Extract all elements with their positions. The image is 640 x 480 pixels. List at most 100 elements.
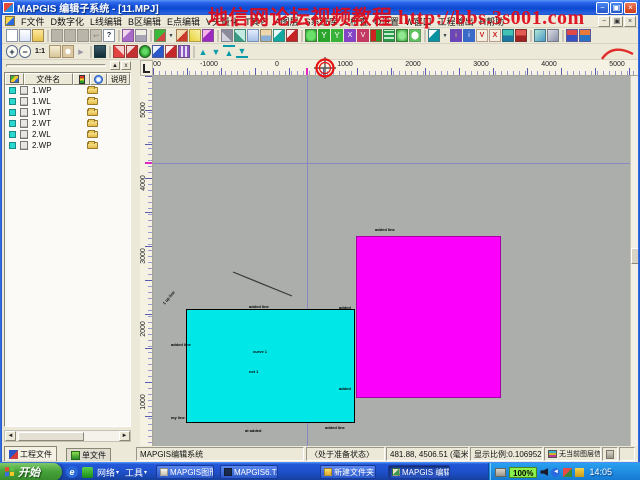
dropdown-icon[interactable]: ▼: [167, 29, 175, 42]
menu-item[interactable]: B区编辑: [125, 15, 164, 28]
toolbar-separator[interactable]: [109, 46, 111, 58]
vertex-delete-icon[interactable]: X: [489, 29, 501, 42]
attr-table-icon[interactable]: [502, 29, 514, 42]
folder-icon[interactable]: [87, 120, 98, 127]
start-button[interactable]: 开始: [0, 463, 62, 480]
canvas-vertical-scrollbar[interactable]: [630, 76, 638, 446]
menu-item[interactable]: T其它: [242, 15, 272, 28]
edit-pen-red-icon[interactable]: [286, 29, 298, 42]
measure-icon[interactable]: [234, 29, 246, 42]
edit-state-icon[interactable]: [9, 120, 16, 127]
sketch-icon[interactable]: [126, 45, 138, 58]
toolbar-separator[interactable]: [530, 30, 532, 42]
layer-top-icon[interactable]: ▲: [223, 45, 235, 58]
file-row[interactable]: 1.WP: [5, 85, 130, 96]
copy-icon[interactable]: [247, 29, 259, 42]
taskbar-toolbar[interactable]: 网络 ▾: [97, 466, 119, 479]
edit-state-icon[interactable]: [9, 142, 16, 149]
ruler-corner[interactable]: [140, 60, 153, 76]
folder-icon[interactable]: [87, 131, 98, 138]
folder-icon[interactable]: [87, 98, 98, 105]
clip-region-icon[interactable]: [409, 29, 421, 42]
open-file-icon[interactable]: [19, 29, 31, 42]
project-tool-icon[interactable]: [566, 29, 578, 42]
zoom-in-icon[interactable]: +: [6, 45, 18, 58]
chevron-down-icon[interactable]: ▾: [116, 469, 119, 476]
menu-item[interactable]: C检查: [341, 15, 372, 28]
folder-icon[interactable]: [87, 87, 98, 94]
highlight-icon[interactable]: [189, 29, 201, 42]
region-fill-icon[interactable]: [370, 29, 382, 42]
layer-up-icon[interactable]: ▲: [197, 45, 209, 58]
menu-item[interactable]: D数字化: [48, 15, 88, 28]
file-row[interactable]: 1.WT: [5, 107, 130, 118]
tab-project-file[interactable]: 工程文件: [4, 446, 57, 461]
undo-icon[interactable]: ↩: [90, 29, 102, 42]
full-extent-icon[interactable]: [94, 45, 106, 58]
state-column-header[interactable]: [73, 73, 91, 85]
node-snap-icon[interactable]: V: [357, 29, 369, 42]
taskbar-task-button[interactable]: MAPGIS 编辑...: [388, 465, 450, 479]
close-button[interactable]: ×: [624, 2, 637, 14]
scroll-left-arrow[interactable]: ◄: [5, 431, 16, 441]
point-tool-icon[interactable]: i: [450, 29, 462, 42]
filename-column-header[interactable]: 文件名: [24, 73, 73, 85]
tray-message-icon[interactable]: [575, 468, 584, 477]
layer-bottom-icon[interactable]: ▼: [236, 45, 248, 58]
save-project-icon[interactable]: [77, 29, 89, 42]
menu-item[interactable]: H帮助: [477, 15, 508, 28]
menu-item[interactable]: V矢量化: [203, 15, 242, 28]
project-tool-alt-icon[interactable]: [579, 29, 591, 42]
globe-icon[interactable]: [139, 45, 151, 58]
pan-hand-icon[interactable]: [62, 45, 74, 58]
panel-grip[interactable]: [6, 64, 106, 67]
menu-item[interactable]: A图层: [272, 15, 302, 28]
panel-close-button[interactable]: x: [121, 61, 131, 70]
menu-item[interactable]: S系统库: [302, 15, 341, 28]
area-tool-icon[interactable]: [305, 29, 317, 42]
description-column-header[interactable]: 说明: [107, 73, 130, 85]
save-icon[interactable]: [51, 29, 63, 42]
file-row[interactable]: 2.WP: [5, 140, 130, 151]
menu-item[interactable]: L线编辑: [87, 15, 125, 28]
toolbar-separator[interactable]: [217, 30, 219, 42]
tab-single-file[interactable]: 单文件: [66, 448, 111, 461]
menu-item[interactable]: O设置: [371, 15, 402, 28]
document-icon[interactable]: [5, 16, 15, 26]
pen-blue-icon[interactable]: [152, 45, 164, 58]
edit-state-icon[interactable]: [9, 131, 16, 138]
layer-column-header[interactable]: [5, 73, 24, 85]
print-preview-icon[interactable]: [122, 29, 134, 42]
scrollbar-thumb[interactable]: [18, 432, 84, 441]
open-folder-icon[interactable]: [32, 29, 44, 42]
help-pointer-icon[interactable]: ?: [103, 29, 115, 42]
zoom-out-icon[interactable]: −: [19, 45, 31, 58]
scroll-right-arrow[interactable]: ►: [119, 431, 130, 441]
pencil-icon[interactable]: [176, 29, 188, 42]
brush-icon[interactable]: [202, 29, 214, 42]
mdi-restore-button[interactable]: ▣: [611, 16, 623, 27]
map-canvas[interactable]: added lineadded lineadded1 up lineadded …: [153, 76, 630, 446]
paste-icon[interactable]: [260, 29, 272, 42]
cyan-polygon[interactable]: [186, 309, 355, 423]
toolbar-separator[interactable]: [118, 30, 120, 42]
taskbar-toolbar[interactable]: 工具 ▾: [125, 466, 147, 479]
toolbar-separator[interactable]: [47, 30, 49, 42]
new-file-icon[interactable]: [6, 29, 18, 42]
attr-delete-icon[interactable]: [515, 29, 527, 42]
menu-item[interactable]: 工程输出: [435, 15, 477, 28]
visibility-column-header[interactable]: [90, 73, 107, 85]
language-bar-icon[interactable]: ◄: [551, 468, 560, 477]
mdi-close-button[interactable]: ×: [624, 16, 636, 27]
edit-state-icon[interactable]: [9, 87, 16, 94]
move-page-icon[interactable]: [49, 45, 61, 58]
edit-pen-teal-icon[interactable]: [273, 29, 285, 42]
taskbar-task-button[interactable]: MAPGIS6.T...: [220, 465, 278, 479]
file-row[interactable]: 2.WT: [5, 118, 130, 129]
node-move-icon[interactable]: X: [344, 29, 356, 42]
restore-button[interactable]: ▣: [610, 2, 623, 14]
polygon-icon[interactable]: [396, 29, 408, 42]
chevron-down-icon[interactable]: ▾: [144, 469, 147, 476]
topology-icon[interactable]: [383, 29, 395, 42]
dropdown-icon[interactable]: ▼: [441, 29, 449, 42]
